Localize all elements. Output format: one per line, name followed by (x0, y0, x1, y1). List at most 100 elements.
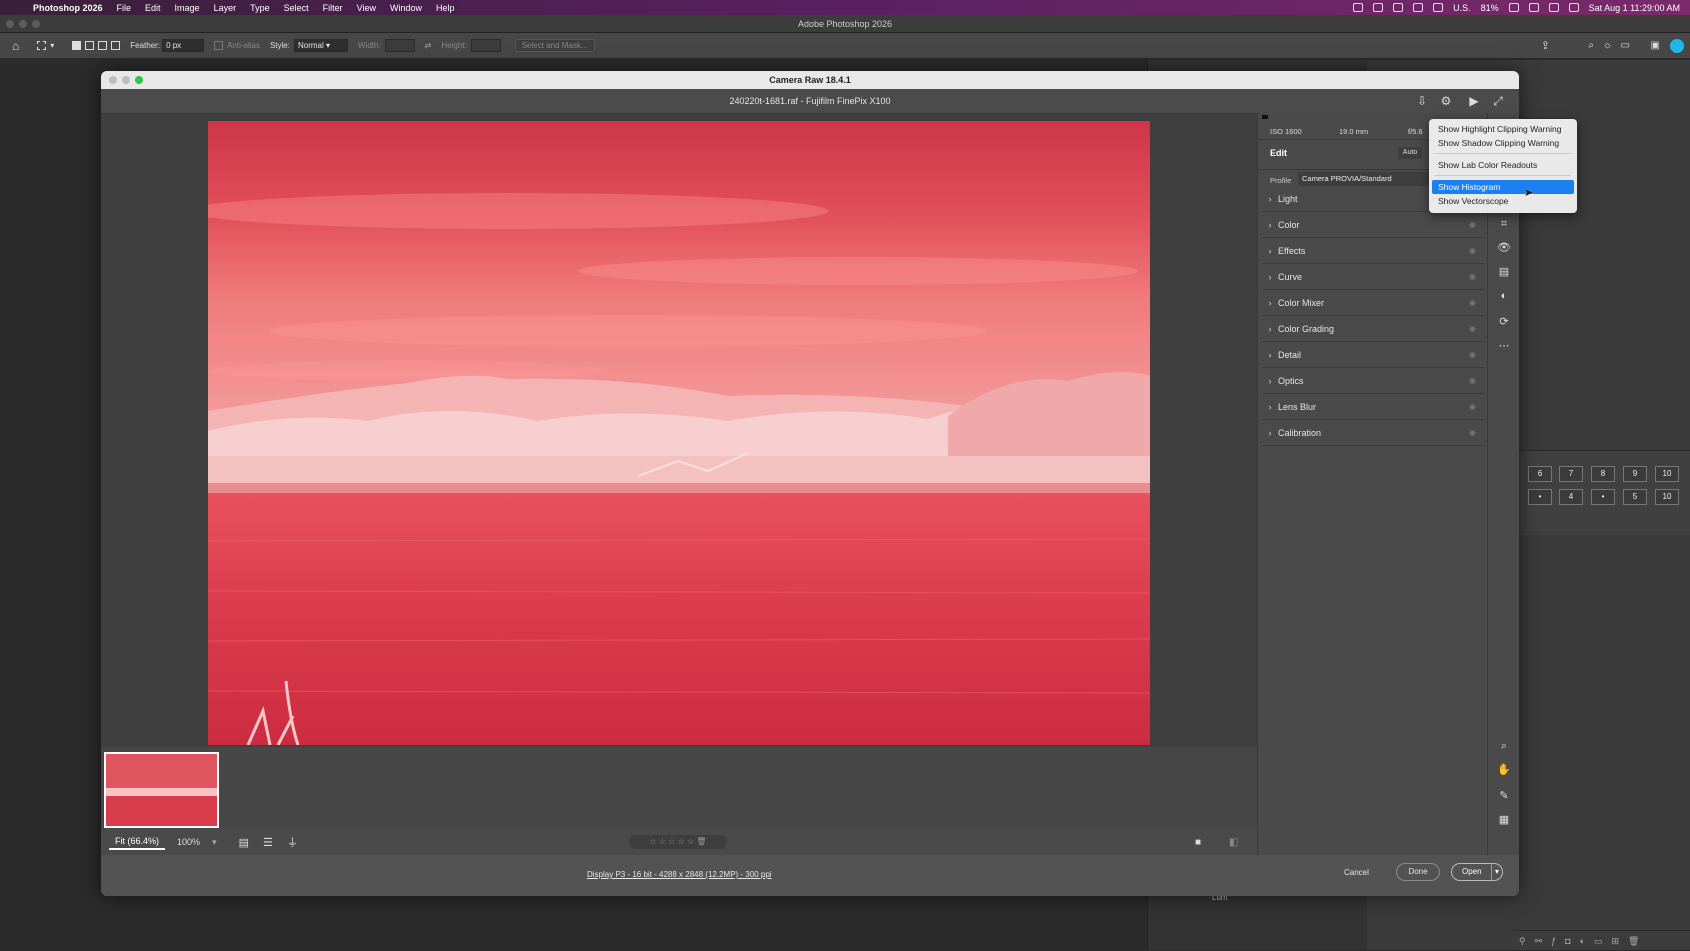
sort-icon[interactable]: ☰ (263, 836, 273, 849)
section-lens-blur[interactable]: › Lens Blur ◉ (1262, 394, 1484, 420)
open-options-chevron-icon[interactable]: ▾ (1490, 864, 1499, 880)
section-detail[interactable]: › Detail ◉ (1262, 342, 1484, 368)
height-input[interactable] (470, 39, 501, 52)
filter-icon[interactable]: ⏚ (287, 834, 298, 850)
section-color[interactable]: › Color ◉ (1262, 212, 1484, 238)
filmstrip-thumbnail[interactable] (104, 752, 219, 828)
done-button[interactable]: Done (1396, 863, 1440, 881)
filmstrip-view-icon[interactable]: ▤ (239, 836, 249, 849)
search-ps-icon[interactable]: ⌕ (1588, 40, 1594, 51)
menu-item-highlight-clipping[interactable]: Show Highlight Clipping Warning (1432, 122, 1574, 136)
grid-cell[interactable]: 10 (1655, 466, 1679, 482)
eye-icon[interactable]: ◉ (1469, 316, 1476, 342)
section-calibration[interactable]: › Calibration ◉ (1262, 420, 1484, 446)
menu-item-shadow-clipping[interactable]: Show Shadow Clipping Warning (1432, 136, 1574, 150)
share-icon[interactable]: ⇪ (1541, 39, 1550, 52)
ps-zoom-dot[interactable] (32, 20, 40, 28)
eye-icon[interactable]: ◉ (1469, 238, 1476, 264)
grid-cell[interactable]: 9 (1623, 466, 1647, 482)
input-source-indicator[interactable]: U.S. (1453, 3, 1471, 13)
menu-edit[interactable]: Edit (138, 3, 168, 13)
screen-record-icon[interactable] (1353, 3, 1364, 12)
airdrop-icon[interactable] (1373, 3, 1384, 12)
save-image-icon[interactable]: ⇩ (1415, 94, 1429, 108)
eye-icon[interactable]: ◉ (1469, 420, 1476, 446)
zoom-tool-icon[interactable]: ⌕ (1497, 739, 1511, 753)
mute-icon[interactable] (1433, 3, 1444, 12)
star-rating[interactable]: ☆ ☆ ☆ ☆ ☆ 🗑 (629, 835, 727, 849)
eye-icon[interactable]: ◉ (1469, 394, 1476, 420)
search-icon[interactable] (1548, 3, 1559, 12)
menu-select[interactable]: Select (277, 3, 316, 13)
ps-minimize-dot[interactable] (19, 20, 27, 28)
antialias-checkbox[interactable]: Anti-alias (214, 41, 260, 50)
gear-icon[interactable]: ⚙ (1439, 94, 1453, 108)
grid-cell[interactable]: 10 (1655, 489, 1679, 505)
width-input[interactable] (384, 39, 415, 52)
menu-image[interactable]: Image (168, 3, 207, 13)
grid-cell[interactable]: • (1528, 489, 1552, 505)
more-icon[interactable]: ⋯ (1497, 339, 1511, 353)
select-and-mask-button[interactable]: Select and Mask... (514, 39, 595, 52)
eye-icon[interactable]: ◉ (1469, 264, 1476, 290)
grid-cell[interactable]: • (1591, 489, 1615, 505)
grid-overlay-icon[interactable]: ▦ (1497, 813, 1511, 827)
layers-bottom-icons[interactable]: ⚲⚯ƒ◘◐▭⊞🗑 (1513, 930, 1690, 950)
compare-view-icon[interactable]: ◧ (1229, 837, 1238, 848)
eye-icon[interactable]: ◉ (1469, 342, 1476, 368)
menu-filter[interactable]: Filter (316, 3, 350, 13)
zoom-100-button[interactable]: 100% (177, 837, 200, 847)
menu-type[interactable]: Type (243, 3, 277, 13)
cancel-button[interactable]: Cancel (1344, 868, 1369, 877)
color-sampler-icon[interactable]: ✎ (1497, 789, 1511, 803)
control-center-icon[interactable] (1568, 3, 1579, 12)
dialog-minimize-dot[interactable] (122, 76, 130, 84)
snapshots-icon[interactable]: ⟳ (1497, 315, 1511, 329)
eye-icon[interactable]: ◉ (1469, 368, 1476, 394)
dialog-close-dot[interactable] (109, 76, 117, 84)
cloud-account-icon[interactable] (1670, 38, 1684, 53)
section-color-mixer[interactable]: › Color Mixer ◉ (1262, 290, 1484, 316)
section-optics[interactable]: › Optics ◉ (1262, 368, 1484, 394)
grid-cell[interactable]: 6 (1528, 466, 1552, 482)
menu-file[interactable]: File (110, 3, 139, 13)
menu-item-lab-readouts[interactable]: Show Lab Color Readouts (1432, 158, 1574, 172)
crop-icon[interactable]: ⌗ (1497, 217, 1511, 231)
section-curve[interactable]: › Curve ◉ (1262, 264, 1484, 290)
infrared-photo[interactable] (208, 121, 1150, 745)
wifi-icon[interactable] (1508, 3, 1519, 12)
menu-help[interactable]: Help (429, 3, 462, 13)
swap-icon[interactable]: ⇄ (425, 41, 432, 50)
section-effects[interactable]: › Effects ◉ (1262, 238, 1484, 264)
dropbox-icon[interactable] (1393, 3, 1404, 12)
ps-close-dot[interactable] (6, 20, 14, 28)
clock-icon[interactable] (1528, 3, 1539, 12)
red-eye-icon[interactable]: 👁 (1497, 241, 1511, 255)
layout-icon[interactable]: ▣ (1651, 40, 1660, 51)
grid-cell[interactable]: 8 (1591, 466, 1615, 482)
discover-icon[interactable]: ☼ (1603, 40, 1612, 51)
section-color-grading[interactable]: › Color Grading ◉ (1262, 316, 1484, 342)
marquee-tool-icon[interactable]: ▾ (37, 41, 54, 50)
eye-icon[interactable]: ◉ (1469, 212, 1476, 238)
open-button[interactable]: Open ▾ (1451, 863, 1503, 881)
style-select[interactable]: Normal ▾ (293, 39, 348, 52)
grid-cell[interactable]: 4 (1559, 489, 1583, 505)
menu-layer[interactable]: Layer (207, 3, 244, 13)
zoom-dropdown-icon[interactable]: ▾ (212, 837, 217, 848)
menu-view[interactable]: View (350, 3, 383, 13)
grid-cell[interactable]: 7 (1559, 466, 1583, 482)
feather-input[interactable]: 0 px (162, 39, 205, 52)
menu-item-show-vectorscope[interactable]: Show Vectorscope (1432, 194, 1574, 208)
selection-mode-icons[interactable] (72, 41, 121, 50)
battery-percent[interactable]: 81% (1481, 3, 1499, 13)
eye-icon[interactable]: ◉ (1469, 290, 1476, 316)
menu-app-name[interactable]: Photoshop 2026 (26, 3, 110, 13)
menubar-clock[interactable]: Sat Aug 1 11:29:00 AM (1589, 3, 1680, 13)
bluetooth-icon[interactable] (1413, 3, 1424, 12)
preview-mode-icon[interactable]: ▶ (1467, 94, 1481, 108)
workflow-options-link[interactable]: Display P3 - 16 bit - 4288 x 2848 (12.2M… (587, 870, 772, 879)
dialog-zoom-dot[interactable] (135, 76, 143, 84)
grid-cell[interactable]: 5 (1623, 489, 1647, 505)
hand-tool-icon[interactable]: ✋ (1497, 763, 1511, 777)
